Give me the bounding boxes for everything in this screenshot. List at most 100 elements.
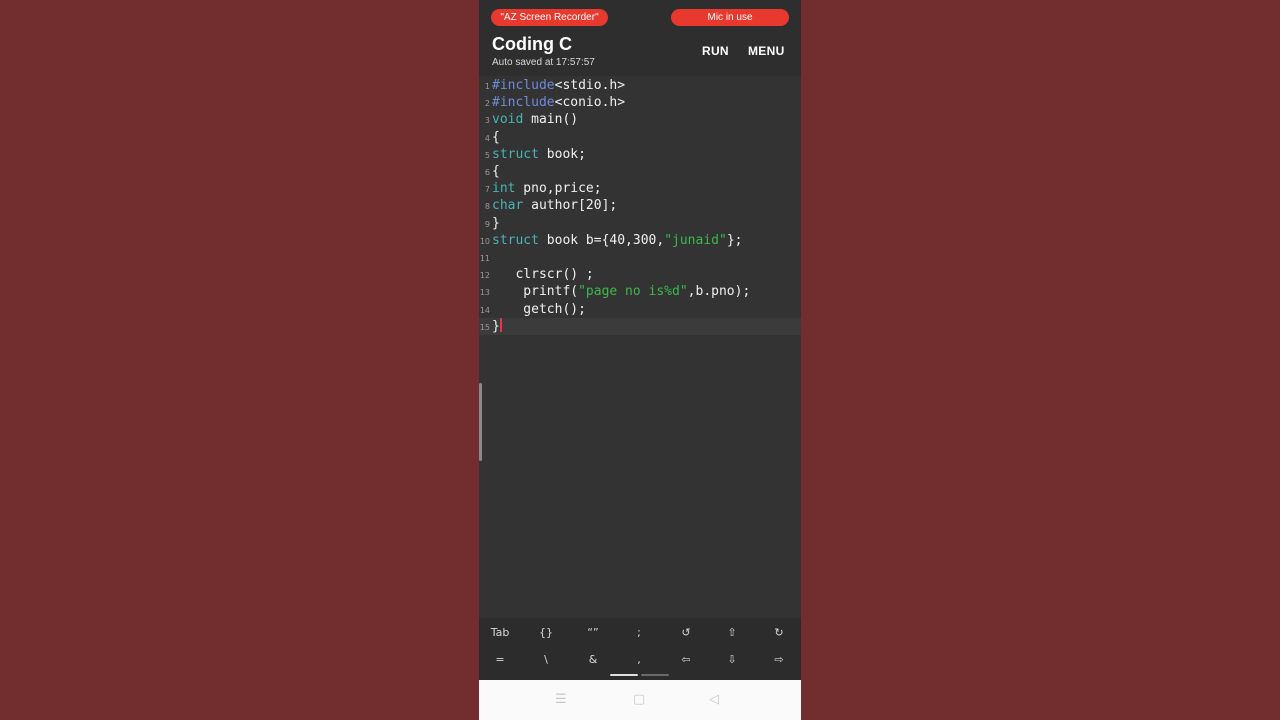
run-button[interactable]: RUN bbox=[702, 44, 729, 58]
code-text: void main() bbox=[492, 111, 578, 128]
mic-in-use-badge[interactable]: Mic in use bbox=[671, 9, 789, 26]
line-number: 3 bbox=[484, 116, 490, 126]
code-token: book; bbox=[538, 146, 586, 162]
page-indicator bbox=[641, 674, 669, 676]
keyword-token: struct bbox=[492, 232, 539, 248]
code-line[interactable]: 11 bbox=[479, 249, 801, 266]
code-text: } bbox=[492, 317, 502, 335]
key-row2-5[interactable]: ⇩ bbox=[709, 653, 755, 666]
key-row2-3[interactable]: , bbox=[616, 653, 662, 666]
code-token: author[20]; bbox=[523, 198, 618, 214]
string-token: "junaid" bbox=[664, 232, 727, 248]
code-text: struct book; bbox=[492, 146, 586, 163]
code-text: char author[20]; bbox=[492, 197, 617, 214]
autosave-status: Auto saved at 17:57:57 bbox=[492, 57, 595, 68]
line-number: 10 bbox=[479, 236, 490, 246]
code-line[interactable]: 2 #include<conio.h> bbox=[479, 94, 801, 111]
code-token: main() bbox=[523, 112, 579, 128]
code-line[interactable]: 10 struct book b={40,300,"junaid"}; bbox=[479, 232, 801, 249]
code-text: #include<stdio.h> bbox=[492, 77, 625, 94]
code-token: ,b.pno); bbox=[687, 284, 751, 300]
string-token: "page no is%d" bbox=[578, 284, 688, 300]
keyword-token: struct bbox=[492, 146, 539, 162]
code-text: getch(); bbox=[492, 301, 586, 318]
extra-keys-bar: Tab{} “”; ↺ ⇧ ↻ = \ &, ⇦ ⇩ ⇨ bbox=[479, 618, 801, 680]
key-row1-4[interactable]: ↺ bbox=[663, 626, 709, 639]
key-row1-1[interactable]: {} bbox=[523, 626, 569, 639]
code-text: printf("page no is%d",b.pno); bbox=[492, 283, 750, 300]
code-line[interactable]: 4{ bbox=[479, 129, 801, 146]
code-text: struct book b={40,300,"junaid"}; bbox=[492, 232, 742, 249]
code-token: { bbox=[492, 129, 500, 145]
text-cursor bbox=[499, 317, 502, 332]
code-token: { bbox=[492, 164, 500, 179]
line-number: 9 bbox=[484, 219, 490, 229]
key-row1-2[interactable]: “” bbox=[570, 626, 616, 639]
line-number: 4 bbox=[484, 133, 490, 143]
keyword-token: char bbox=[492, 198, 524, 214]
line-number: 1 bbox=[484, 82, 490, 91]
line-number: 12 bbox=[479, 271, 490, 281]
back-icon[interactable]: ◁ bbox=[709, 692, 719, 707]
key-row1-5[interactable]: ⇧ bbox=[709, 626, 755, 639]
code-token: <conio.h> bbox=[554, 95, 626, 111]
code-token: clrscr() ; bbox=[492, 267, 594, 283]
scrollbar-handle[interactable] bbox=[479, 383, 482, 461]
code-text: int pno,price; bbox=[492, 180, 602, 197]
code-token: <stdio.h> bbox=[554, 78, 626, 93]
code-line[interactable]: 3 void main() bbox=[479, 111, 801, 128]
code-text: { bbox=[492, 163, 500, 180]
code-token: }; bbox=[726, 232, 743, 248]
line-number: 6 bbox=[484, 168, 490, 177]
screen-recorder-badge[interactable]: "AZ Screen Recorder" bbox=[491, 9, 608, 26]
code-line[interactable]: 1 #include<stdio.h> bbox=[479, 77, 801, 94]
code-line[interactable]: 6{ bbox=[479, 163, 801, 180]
keyword-token: #include bbox=[492, 95, 555, 111]
code-token: pno,price; bbox=[515, 181, 602, 197]
code-token: printf( bbox=[492, 284, 579, 300]
code-text: clrscr() ; bbox=[492, 266, 594, 283]
code-line[interactable]: 8 char author[20]; bbox=[479, 197, 801, 214]
key-row1-0[interactable]: Tab bbox=[479, 626, 523, 639]
recent-apps-icon[interactable]: ☰ bbox=[555, 692, 567, 707]
code-line[interactable]: 5 struct book; bbox=[479, 146, 801, 163]
key-row1-3[interactable]: ; bbox=[616, 626, 662, 639]
line-number: 13 bbox=[479, 288, 490, 298]
key-row2-6[interactable]: ⇨ bbox=[756, 653, 801, 666]
code-text: #include<conio.h> bbox=[492, 94, 625, 111]
code-line[interactable]: 13 printf("page no is%d",b.pno); bbox=[479, 283, 801, 300]
code-line[interactable]: 14 getch(); bbox=[479, 301, 801, 318]
code-line[interactable]: 12 clrscr() ; bbox=[479, 266, 801, 283]
code-text: } bbox=[492, 215, 500, 232]
key-row2-2[interactable]: & bbox=[570, 653, 616, 666]
code-text: { bbox=[492, 129, 500, 146]
code-token: getch(); bbox=[492, 301, 586, 317]
code-line[interactable]: 15} bbox=[479, 317, 801, 335]
code-token: book b={40,300, bbox=[538, 232, 665, 248]
menu-button[interactable]: MENU bbox=[748, 44, 785, 58]
key-row2-1[interactable]: \ bbox=[523, 653, 569, 666]
page-title: Coding C bbox=[492, 34, 572, 54]
code-token: } bbox=[492, 318, 500, 334]
phone-screen: "AZ Screen Recorder" Mic in use Coding C… bbox=[479, 0, 801, 720]
key-row2-4[interactable]: ⇦ bbox=[663, 653, 709, 666]
line-number: 11 bbox=[479, 254, 490, 263]
code-token: } bbox=[492, 215, 500, 231]
code-line[interactable]: 7 int pno,price; bbox=[479, 180, 801, 197]
key-row2-0[interactable]: = bbox=[479, 653, 523, 666]
keyword-token: int bbox=[492, 181, 516, 197]
code-editor[interactable]: 1 #include<stdio.h> 2 #include<conio.h> 3 voi… bbox=[479, 77, 801, 617]
line-number: 2 bbox=[484, 99, 490, 109]
line-number: 8 bbox=[484, 202, 490, 212]
code-line[interactable]: 9} bbox=[479, 215, 801, 232]
key-row1-6[interactable]: ↻ bbox=[756, 626, 801, 639]
line-number: 14 bbox=[479, 305, 490, 315]
line-number: 5 bbox=[484, 150, 490, 160]
system-navbar: ☰ ▢ ◁ bbox=[479, 680, 801, 720]
keyword-token: void bbox=[492, 112, 524, 128]
line-number: 15 bbox=[479, 322, 490, 332]
page-indicator-active bbox=[610, 674, 638, 676]
app-header: "AZ Screen Recorder" Mic in use Coding C… bbox=[479, 0, 801, 76]
home-icon[interactable]: ▢ bbox=[633, 692, 645, 707]
line-number: 7 bbox=[484, 185, 490, 195]
